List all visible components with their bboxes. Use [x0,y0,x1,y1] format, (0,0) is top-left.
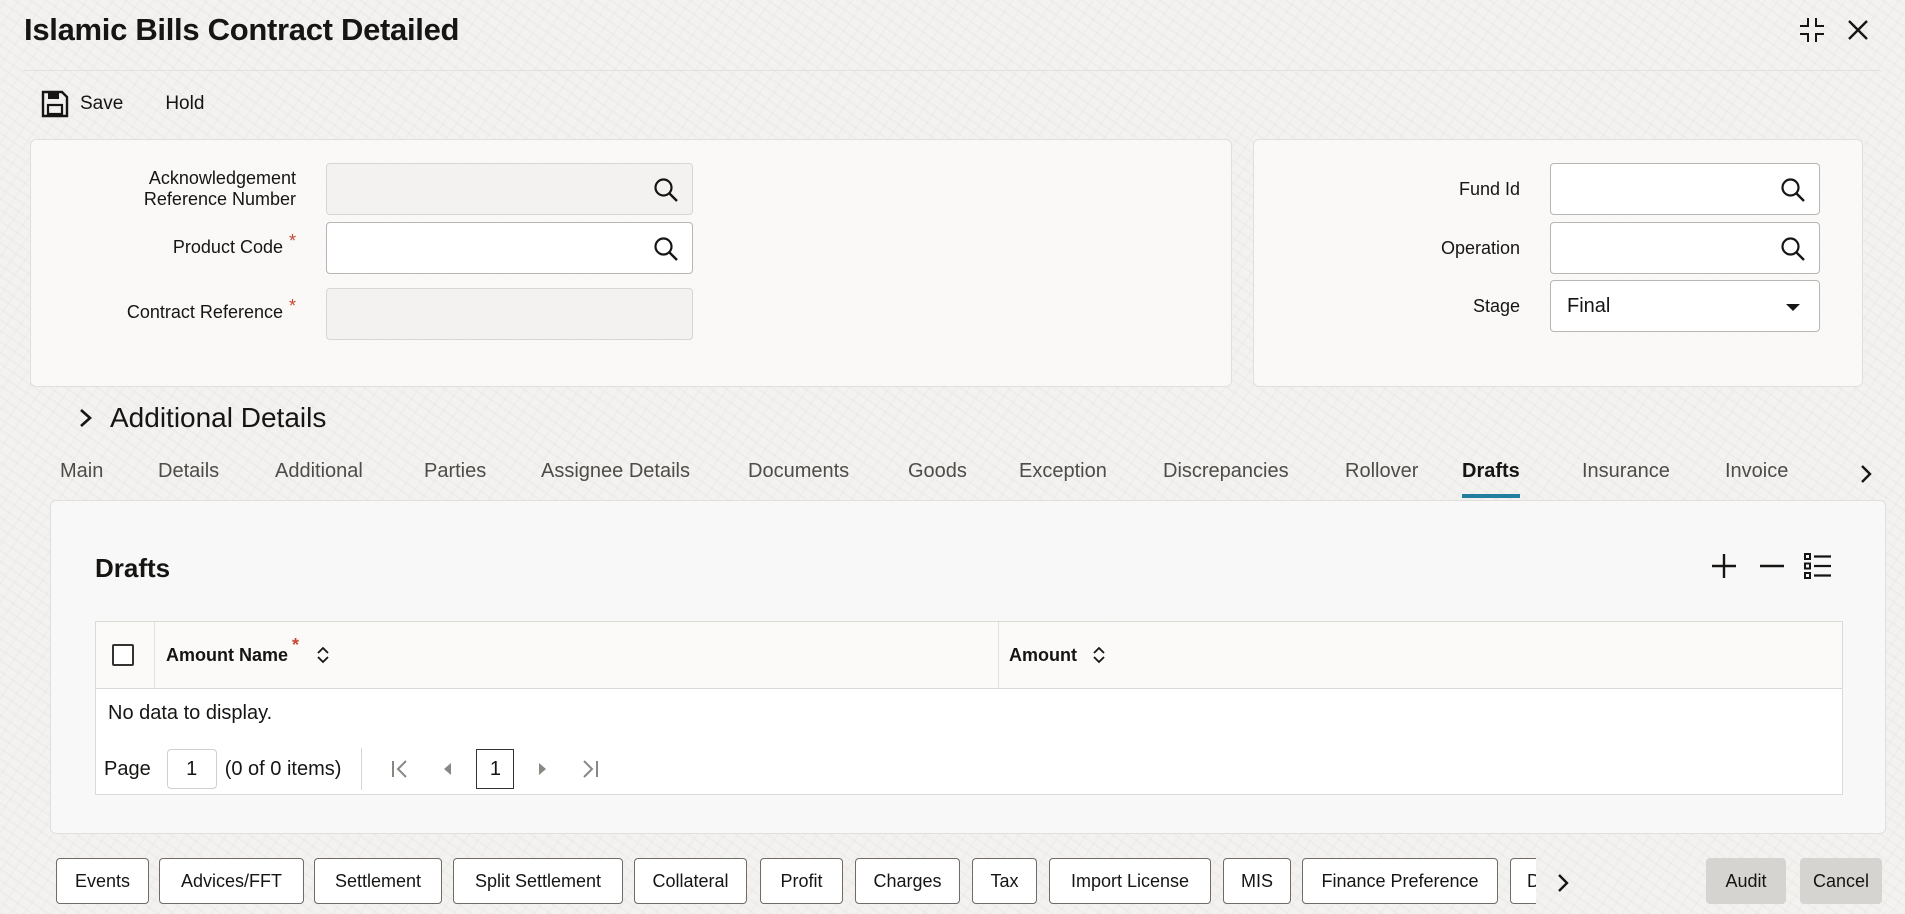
profit-button[interactable]: Profit [760,858,843,904]
events-button[interactable]: Events [56,858,149,904]
settlement-button[interactable]: Settlement [314,858,442,904]
tab-parties[interactable]: Parties [424,452,486,498]
additional-details-toggle[interactable]: Additional Details [78,402,326,434]
chevron-right-icon [80,409,92,427]
fund-id-label: Fund Id [1458,179,1520,199]
mis-button[interactable]: MIS [1223,858,1291,904]
toolbar: Save Hold [36,86,242,122]
operation-field[interactable] [1550,222,1820,274]
operation-label: Operation [1440,238,1520,258]
title-bar: Islamic Bills Contract Detailed [0,0,1905,62]
save-icon [41,90,69,118]
tab-rollover[interactable]: Rollover [1345,452,1418,498]
finance-preference-button[interactable]: Finance Preference [1302,858,1498,904]
tab-assignee-details[interactable]: Assignee Details [541,452,690,498]
contract-ref-label: Contract Reference [126,302,283,322]
tabs-scroll-right-icon[interactable] [1852,460,1880,488]
delete-row-icon[interactable] [1755,549,1789,583]
next-page-button[interactable] [524,751,560,787]
product-code-field[interactable] [326,222,693,274]
split-settlement-button[interactable]: Split Settlement [453,858,623,904]
import-license-button[interactable]: Import License [1049,858,1211,904]
prev-page-icon [444,763,452,775]
tab-bar: Main Details Additional Parties Assignee… [44,452,1844,500]
table-header: Amount Name * Amount [96,622,1842,689]
tab-main[interactable]: Main [60,452,103,498]
add-row-icon[interactable] [1707,549,1741,583]
additional-details-label: Additional Details [110,402,327,433]
column-divider [154,622,155,688]
select-all-checkbox[interactable] [112,644,134,666]
hold-button[interactable]: Hold [161,93,208,115]
save-label: Save [80,93,124,114]
tab-invoice[interactable]: Invoice [1725,452,1788,498]
audit-button[interactable]: Audit [1706,858,1786,904]
more-button-partial[interactable]: D [1510,858,1536,904]
advices-fft-button[interactable]: Advices/FFT [159,858,304,904]
empty-message: No data to display. [108,702,273,724]
column-amount-label: Amount [1009,644,1077,665]
page-label: Page [104,757,151,780]
tab-additional[interactable]: Additional [275,452,363,498]
tab-exception[interactable]: Exception [1019,452,1107,498]
column-amount-name-label: Amount Name [166,644,289,665]
ack-ref-field[interactable] [326,163,693,215]
chevron-down-icon [1786,304,1800,311]
drafts-panel: Drafts Amount Name * Amount No data to d… [50,500,1886,834]
stage-select[interactable]: Final [1550,280,1820,332]
ack-ref-label: Acknowledgement Reference Number [143,168,296,209]
title-divider [24,70,1881,71]
required-marker: * [288,231,296,251]
tab-details[interactable]: Details [158,452,219,498]
buttons-scroll-right-icon[interactable] [1550,870,1576,896]
tab-drafts[interactable]: Drafts [1462,452,1520,498]
column-amount-name[interactable]: Amount Name * [166,622,331,688]
product-code-label: Product Code [172,237,283,257]
cancel-button[interactable]: Cancel [1800,858,1882,904]
collateral-button[interactable]: Collateral [634,858,747,904]
last-page-icon [583,760,599,778]
tab-insurance[interactable]: Insurance [1582,452,1670,498]
next-page-icon [539,763,547,775]
product-code-label-wrap: Product Code * [100,231,296,258]
stage-label: Stage [1472,296,1520,316]
column-divider [998,622,999,688]
drafts-title: Drafts [95,553,171,583]
search-icon[interactable] [1779,235,1807,263]
tab-discrepancies[interactable]: Discrepancies [1163,452,1289,498]
sort-icon[interactable] [1091,645,1107,665]
close-icon[interactable] [1842,14,1874,46]
required-marker: * [288,296,296,316]
search-icon[interactable] [652,235,680,263]
fund-id-field[interactable] [1550,163,1820,215]
contract-ref-field[interactable] [326,288,693,340]
drafts-table: Amount Name * Amount No data to display.… [95,621,1843,795]
charges-button[interactable]: Charges [855,858,960,904]
first-page-icon [392,760,408,778]
bottom-bar: Events Advices/FFT Settlement Split Sett… [0,850,1905,914]
contract-ref-label-wrap: Contract Reference * [60,296,296,323]
stage-value: Final [1567,294,1611,317]
restore-icon[interactable] [1796,14,1828,46]
tab-documents[interactable]: Documents [748,452,849,498]
hold-label: Hold [165,93,205,114]
search-icon[interactable] [652,176,680,204]
sort-icon[interactable] [315,645,331,665]
page-input[interactable]: 1 [166,749,217,789]
last-page-button[interactable] [572,751,608,787]
current-page[interactable]: 1 [476,749,515,789]
save-button[interactable]: Save [36,89,127,119]
column-amount[interactable]: Amount [1009,622,1107,688]
first-page-button[interactable] [382,751,418,787]
view-details-icon[interactable] [1801,549,1835,583]
items-count: (0 of 0 items) [224,757,342,780]
search-icon[interactable] [1779,176,1807,204]
required-marker: * [292,634,300,655]
tab-goods[interactable]: Goods [908,452,967,498]
window-title: Islamic Bills Contract Detailed [24,12,460,47]
tax-button[interactable]: Tax [972,858,1037,904]
pagination: Page 1 (0 of 0 items) 1 [104,748,614,790]
pager-divider [361,748,363,790]
prev-page-button[interactable] [430,751,466,787]
